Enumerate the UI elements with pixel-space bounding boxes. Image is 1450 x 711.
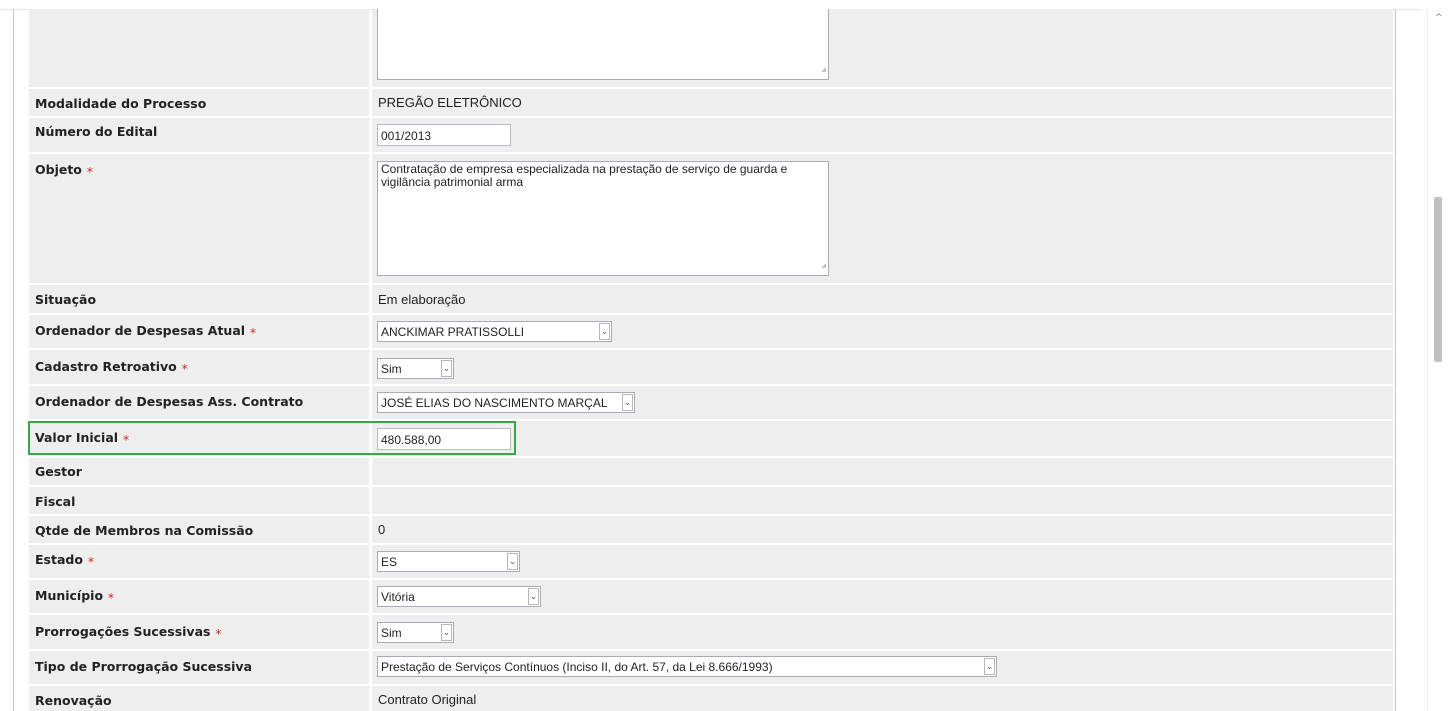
resize-grip-icon: ◢	[821, 67, 826, 73]
situacao-label: Situação	[35, 292, 97, 307]
ordenador-atual-select[interactable]: ANCKIMAR PRATISSOLLI ⌄	[377, 321, 612, 342]
form-row-fiscal: Fiscal	[29, 487, 1393, 514]
chevron-down-icon[interactable]: ⌄	[441, 360, 452, 377]
modalidade-value: PREGÃO ELETRÔNICO	[378, 95, 522, 110]
numero-edital-label: Número do Edital	[35, 124, 158, 139]
renovacao-value: Contrato Original	[378, 692, 477, 707]
form-row-cadastro-retroativo: Cadastro Retroativo * Sim ⌄	[29, 350, 1393, 384]
form-row-estado: Estado * ES ⌄	[29, 545, 1393, 578]
form-row-gestor: Gestor	[29, 458, 1393, 485]
numero-edital-input[interactable]: 001/2013	[377, 124, 511, 146]
form-row-numero-edital: Número do Edital 001/2013	[29, 118, 1393, 152]
municipio-selected: Vitória	[381, 590, 415, 604]
form-row-prorrogacoes: Prorrogações Sucessivas * Sim ⌄	[29, 615, 1393, 649]
ordenador-ass-selected: JOSÉ ELIAS DO NASCIMENTO MARÇAL	[381, 396, 608, 410]
qtde-membros-label: Qtde de Membros na Comissão	[35, 523, 254, 538]
required-marker: *	[108, 591, 115, 605]
required-marker: *	[87, 555, 94, 569]
estado-selected: ES	[381, 555, 398, 569]
ordenador-ass-select[interactable]: JOSÉ ELIAS DO NASCIMENTO MARÇAL ⌄	[377, 392, 635, 413]
form-page: ◢ Modalidade do Processo PREGÃO ELETRÔNI…	[0, 0, 1450, 711]
left-border	[13, 9, 14, 711]
required-marker: *	[250, 326, 257, 340]
ordenador-atual-selected: ANCKIMAR PRATISSOLLI	[381, 325, 525, 339]
estado-label: Estado	[35, 552, 83, 567]
cadastro-retroativo-selected: Sim	[381, 362, 402, 376]
form-row-renovacao: Renovação Contrato Original	[29, 686, 1393, 711]
chevron-down-icon[interactable]: ⌄	[528, 588, 539, 605]
previous-textarea[interactable]: ◢	[377, 9, 829, 80]
gestor-label: Gestor	[35, 464, 82, 479]
scroll-up-arrow-icon[interactable]: ^	[1435, 13, 1443, 23]
municipio-label: Município	[35, 588, 104, 603]
chevron-down-icon[interactable]: ⌄	[622, 394, 633, 411]
qtde-membros-value: 0	[378, 522, 386, 537]
objeto-label: Objeto	[35, 162, 82, 177]
chevron-down-icon[interactable]: ⌄	[984, 658, 995, 675]
resize-grip-icon: ◢	[821, 263, 826, 269]
municipio-select[interactable]: Vitória ⌄	[377, 586, 541, 607]
required-marker: *	[215, 627, 222, 641]
valor-inicial-highlight	[28, 421, 516, 455]
cadastro-retroativo-select[interactable]: Sim ⌄	[377, 358, 454, 379]
prorrogacoes-selected: Sim	[381, 626, 402, 640]
estado-select[interactable]: ES ⌄	[377, 551, 520, 572]
right-border	[1395, 9, 1396, 711]
tipo-prorrogacao-label: Tipo de Prorrogação Sucessiva	[35, 659, 253, 674]
form-row-municipio: Município * Vitória ⌄	[29, 580, 1393, 613]
objeto-text: Contratação de empresa especializada na …	[381, 162, 788, 189]
situacao-value: Em elaboração	[378, 292, 466, 307]
chevron-down-icon[interactable]: ⌄	[441, 624, 452, 641]
renovacao-label: Renovação	[35, 693, 112, 708]
cadastro-retroativo-label: Cadastro Retroativo	[35, 359, 177, 374]
form-row-situacao: Situação Em elaboração	[29, 285, 1393, 313]
form-row-ordenador-ass: Ordenador de Despesas Ass. Contrato JOSÉ…	[29, 386, 1393, 419]
form-row-objeto: Objeto * Contratação de empresa especiali…	[29, 154, 1393, 283]
chevron-down-icon[interactable]: ⌄	[507, 553, 518, 570]
form-row-modalidade: Modalidade do Processo PREGÃO ELETRÔNICO	[29, 89, 1393, 116]
tipo-prorrogacao-select[interactable]: Prestação de Serviços Contínuos (Inciso …	[377, 656, 997, 677]
tipo-prorrogacao-selected: Prestação de Serviços Contínuos (Inciso …	[381, 660, 773, 674]
form-row-ordenador-atual: Ordenador de Despesas Atual * ANCKIMAR PR…	[29, 315, 1393, 348]
fiscal-label: Fiscal	[35, 494, 76, 509]
ordenador-atual-label: Ordenador de Despesas Atual	[35, 323, 246, 338]
form-row-previous-textarea: ◢	[29, 9, 1393, 87]
form-row-qtde-membros: Qtde de Membros na Comissão 0	[29, 516, 1393, 543]
required-marker: *	[181, 362, 188, 376]
chevron-down-icon[interactable]: ⌄	[599, 323, 610, 340]
form-row-tipo-prorrogacao: Tipo de Prorrogação Sucessiva Prestação …	[29, 651, 1393, 684]
modalidade-label: Modalidade do Processo	[35, 96, 207, 111]
scrollbar-thumb[interactable]	[1434, 197, 1442, 362]
objeto-textarea[interactable]: Contratação de empresa especializada na …	[377, 161, 829, 276]
prorrogacoes-select[interactable]: Sim ⌄	[377, 622, 454, 643]
required-marker: *	[86, 165, 93, 179]
prorrogacoes-label: Prorrogações Sucessivas	[35, 624, 211, 639]
ordenador-ass-label: Ordenador de Despesas Ass. Contrato	[35, 394, 304, 409]
vertical-scrollbar[interactable]: ^	[1427, 9, 1450, 711]
